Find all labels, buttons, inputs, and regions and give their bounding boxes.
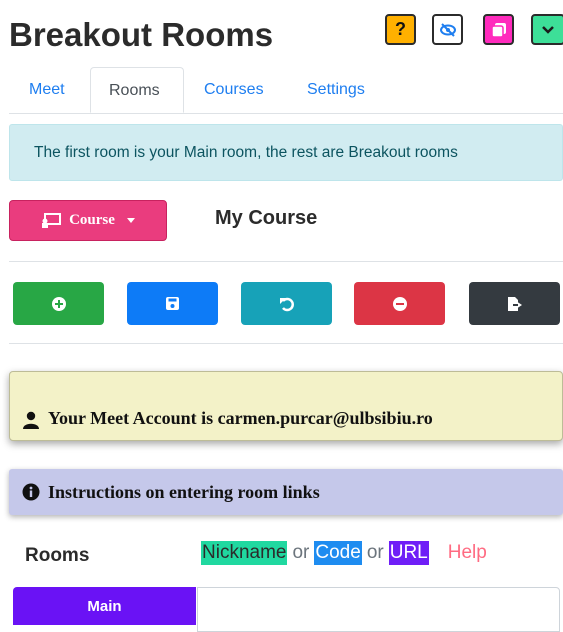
plus-circle-icon [51, 296, 66, 311]
legend-or: or [292, 542, 310, 563]
nickname-tag: Nickname [201, 541, 288, 565]
user-icon [23, 411, 39, 429]
chalkboard-icon [42, 212, 62, 228]
tab-settings[interactable]: Settings [289, 67, 383, 113]
tab-bar: Meet Rooms Courses Settings [9, 67, 563, 114]
room-label-main[interactable]: Main [13, 587, 196, 625]
question-icon: ? [395, 19, 406, 39]
current-course-name: My Course [215, 207, 318, 229]
chevron-down-icon [542, 25, 554, 34]
window-restore-icon [490, 22, 506, 38]
add-room-button[interactable] [13, 282, 104, 325]
rooms-help-link[interactable]: Help [448, 542, 487, 564]
eye-slash-icon [439, 22, 456, 37]
instructions-toggle[interactable]: Instructions on entering room links [9, 469, 563, 515]
divider [9, 343, 563, 344]
code-tag: Code [314, 541, 362, 565]
hide-button[interactable] [432, 14, 463, 45]
meet-account-text: Your Meet Account is carmen.purcar@ulbsi… [48, 408, 433, 428]
tab-meet[interactable]: Meet [11, 67, 83, 113]
course-button-label: Course [69, 212, 115, 228]
page-title: Breakout Rooms [9, 16, 274, 53]
meet-account-box: Your Meet Account is carmen.purcar@ulbsi… [9, 371, 563, 441]
help-button[interactable]: ? [385, 14, 416, 45]
tab-rooms[interactable]: Rooms [90, 67, 184, 113]
minus-circle-icon [392, 296, 407, 311]
info-circle-icon [22, 483, 40, 501]
info-banner: The first room is your Main room, the re… [9, 124, 563, 181]
tab-courses[interactable]: Courses [186, 67, 282, 113]
popout-button[interactable] [483, 14, 514, 45]
remove-room-button[interactable] [354, 282, 445, 325]
rooms-label: Rooms [25, 545, 90, 566]
url-tag: URL [388, 541, 429, 565]
legend-or: or [366, 542, 384, 563]
course-dropdown-button[interactable]: Course [9, 200, 167, 241]
undo-icon [279, 297, 294, 311]
export-button[interactable] [469, 282, 560, 325]
undo-button[interactable] [241, 282, 332, 325]
caret-down-icon [126, 218, 135, 223]
divider [9, 261, 563, 262]
instructions-text: Instructions on entering room links [48, 481, 320, 502]
collapse-button[interactable] [531, 14, 563, 45]
room-link-input-main[interactable] [197, 587, 560, 632]
floppy-icon [166, 297, 179, 310]
file-export-icon [507, 296, 522, 311]
save-button[interactable] [127, 282, 218, 325]
link-type-legend: Nickname or Code or URL Help [201, 541, 487, 565]
